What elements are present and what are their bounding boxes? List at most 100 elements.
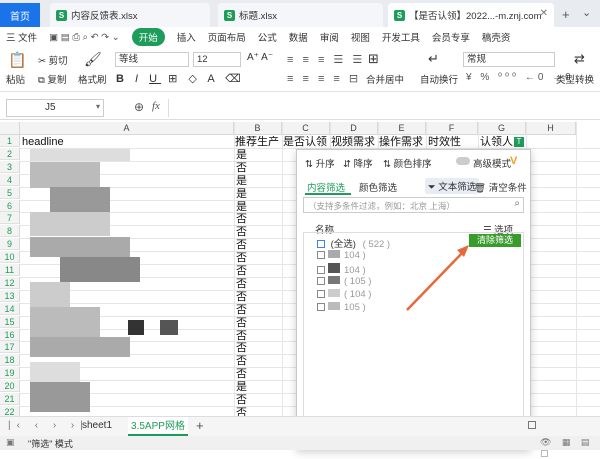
filter-value-item[interactable]: 104 ) bbox=[317, 263, 366, 276]
type-convert-button[interactable]: 类型转换 bbox=[556, 72, 594, 86]
tab-doc-3[interactable]: S 【是否认领】2022...-m.znj.com ✕ bbox=[388, 3, 554, 27]
header-cell[interactable]: 操作需求 bbox=[379, 136, 423, 148]
column-header[interactable]: C bbox=[282, 122, 330, 135]
tab-doc-2[interactable]: S 标题.xlsx bbox=[218, 3, 383, 27]
align-left-icons[interactable]: ≡ ≡ ≡ ≡ ⊟ bbox=[287, 72, 361, 85]
row-header[interactable]: 2 bbox=[0, 147, 20, 160]
sheet-tab-active[interactable]: 3.5APP网格 bbox=[128, 417, 188, 436]
row-header[interactable]: 20 bbox=[0, 380, 20, 393]
item-checkbox[interactable] bbox=[317, 303, 325, 312]
sheet-tab[interactable]: sheet1 bbox=[82, 420, 112, 431]
select-all-checkbox[interactable] bbox=[317, 240, 325, 249]
auto-wrap-button[interactable]: 自动换行 bbox=[420, 72, 458, 86]
copy-button[interactable]: ⧉ 复制 bbox=[38, 72, 66, 86]
row-header[interactable]: 5 bbox=[0, 186, 20, 199]
row-header[interactable]: 14 bbox=[0, 302, 20, 315]
zoom-icon[interactable]: ⊕ bbox=[134, 100, 144, 114]
merge-center-button[interactable]: 合并居中 bbox=[366, 72, 404, 86]
tab-home[interactable]: 首页 bbox=[0, 3, 40, 27]
filter-active-icon[interactable]: T bbox=[514, 137, 524, 147]
row-header[interactable]: 19 bbox=[0, 367, 20, 380]
grid-cell[interactable]: 是 bbox=[236, 201, 247, 213]
column-header[interactable]: H bbox=[526, 122, 576, 135]
clear-conditions-button[interactable]: 🗑 清空条件 bbox=[474, 180, 527, 194]
row-header[interactable]: 21 bbox=[0, 393, 20, 405]
column-header[interactable]: D bbox=[330, 122, 378, 135]
column-header[interactable]: E bbox=[378, 122, 426, 135]
fx-icon[interactable]: fx bbox=[152, 100, 160, 112]
row-header[interactable]: 4 bbox=[0, 173, 20, 186]
grid-cell[interactable]: 否 bbox=[236, 265, 247, 277]
cut-button[interactable]: ✂ 剪切 bbox=[38, 53, 68, 67]
menu-item[interactable]: 公式 bbox=[258, 30, 277, 44]
grid-cell[interactable]: 是 bbox=[236, 188, 247, 200]
search-icon[interactable]: ⌕ bbox=[514, 198, 520, 209]
grid-cell[interactable]: 是 bbox=[236, 381, 247, 393]
column-header[interactable]: F bbox=[426, 122, 478, 135]
font-name-select[interactable]: 等线 bbox=[115, 52, 189, 67]
number-format-select[interactable]: 常规 bbox=[463, 52, 555, 67]
font-size-select[interactable]: 12 bbox=[193, 52, 241, 67]
row-header[interactable]: 22 bbox=[0, 405, 20, 416]
grid-cell[interactable]: 否 bbox=[236, 368, 247, 380]
menu-item[interactable]: 页面布局 bbox=[208, 30, 246, 44]
row-header[interactable]: 17 bbox=[0, 341, 20, 354]
row-header[interactable]: 15 bbox=[0, 315, 20, 328]
filter-value-item[interactable]: 104 ) bbox=[317, 250, 366, 261]
menu-file[interactable]: 三 文件 bbox=[6, 30, 37, 44]
text-filter-button[interactable]: ⏷ 文本筛选 bbox=[425, 178, 480, 194]
convert-icon[interactable]: ⇄ bbox=[574, 51, 585, 67]
scroll-thumb[interactable] bbox=[528, 421, 536, 429]
row-header[interactable]: 1 bbox=[0, 135, 20, 147]
item-checkbox[interactable] bbox=[317, 266, 325, 275]
chevron-down-icon[interactable]: ▾ bbox=[96, 102, 100, 111]
sort-desc-button[interactable]: ⇵ 降序 bbox=[343, 156, 373, 170]
filter-search-input[interactable]: （支持多条件过滤，例如：北京 上海） ⌕ bbox=[303, 197, 524, 213]
quick-access-icons[interactable]: ▣ ▤ ⎙ ⌕ ↶ ↷ ⌄ bbox=[49, 32, 120, 43]
menu-item[interactable]: 视图 bbox=[351, 30, 370, 44]
grid-cell[interactable]: 是 bbox=[236, 149, 247, 161]
tab-doc-1[interactable]: S 内容反馈表.xlsx bbox=[50, 3, 210, 27]
column-header[interactable]: B bbox=[234, 122, 282, 135]
row-header[interactable]: 11 bbox=[0, 264, 20, 276]
wrap-icon[interactable]: ↵ bbox=[428, 51, 439, 67]
row-header[interactable]: 3 bbox=[0, 160, 20, 173]
grid-cell[interactable]: 否 bbox=[236, 330, 247, 342]
grid-cell[interactable]: 否 bbox=[236, 291, 247, 303]
grid-cell[interactable]: 否 bbox=[236, 317, 247, 329]
add-sheet-icon[interactable]: + bbox=[196, 418, 204, 433]
menu-item[interactable]: 会员专享 bbox=[432, 30, 470, 44]
view-mode-icons[interactable]: 👁 ▦ ▤ ▢ bbox=[540, 437, 600, 459]
select-all-corner[interactable] bbox=[0, 122, 20, 135]
menu-item[interactable]: 插入 bbox=[177, 30, 196, 44]
item-checkbox[interactable] bbox=[317, 290, 325, 299]
item-checkbox[interactable] bbox=[317, 277, 325, 286]
select-all-item[interactable]: (全选) ( 522 ) bbox=[317, 236, 390, 250]
font-grow-icon[interactable]: A⁺ A⁻ bbox=[247, 52, 273, 63]
header-cell[interactable]: 视频需求 bbox=[331, 136, 375, 148]
format-painter-icon[interactable]: 🖌 bbox=[84, 51, 102, 68]
grid-cell[interactable]: 否 bbox=[236, 278, 247, 290]
filter-value-item[interactable]: 105 ) bbox=[317, 302, 366, 313]
cell-name-box[interactable]: J5 bbox=[6, 99, 104, 117]
column-header[interactable]: A bbox=[20, 122, 234, 135]
add-tab-icon[interactable]: + bbox=[562, 7, 570, 22]
paste-icon[interactable]: 📋 bbox=[8, 51, 27, 69]
format-painter-button[interactable]: 格式刷 bbox=[78, 72, 107, 86]
row-header[interactable]: 10 bbox=[0, 251, 20, 264]
row-header[interactable]: 12 bbox=[0, 276, 20, 289]
grid-cell[interactable]: 否 bbox=[236, 213, 247, 225]
advanced-mode-toggle[interactable] bbox=[456, 157, 470, 165]
menu-item[interactable]: 开发工具 bbox=[382, 30, 420, 44]
row-header[interactable]: 9 bbox=[0, 238, 20, 251]
tab-content-filter[interactable]: 内容筛选 bbox=[307, 180, 345, 194]
header-cell[interactable]: 是否认领 bbox=[283, 136, 327, 148]
chevron-down-icon[interactable]: ⌄ bbox=[582, 6, 591, 19]
filter-value-item[interactable]: ( 104 ) bbox=[317, 289, 371, 300]
grid-cell[interactable]: 否 bbox=[236, 226, 247, 238]
grid-cell[interactable]: 是 bbox=[236, 175, 247, 187]
close-icon[interactable]: ✕ bbox=[540, 8, 548, 19]
row-header[interactable]: 8 bbox=[0, 225, 20, 238]
menu-item[interactable]: 稿壳资 bbox=[482, 30, 511, 44]
grid-cell[interactable]: 否 bbox=[236, 304, 247, 316]
